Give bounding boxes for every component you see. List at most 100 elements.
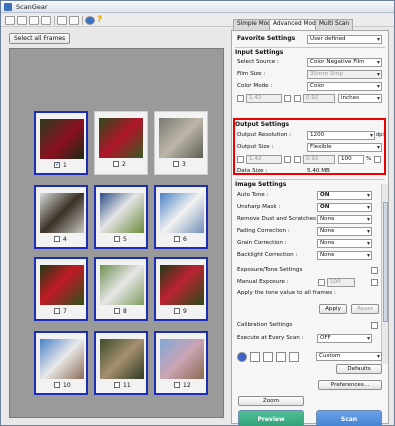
preview-button[interactable]: Preview bbox=[238, 410, 304, 426]
frame-checkbox[interactable] bbox=[54, 308, 60, 314]
frame-thumbnail[interactable] bbox=[40, 193, 84, 233]
output-lock-icon[interactable] bbox=[284, 156, 291, 163]
tab-multi-scan[interactable]: Multi Scan bbox=[315, 19, 354, 30]
preferences-button[interactable]: Preferences... bbox=[318, 380, 382, 390]
execute-every-scan-select[interactable]: OFF bbox=[317, 334, 372, 343]
film-frame[interactable]: 1 bbox=[34, 111, 88, 175]
frame-checkbox[interactable] bbox=[113, 161, 119, 167]
collapse-calibration-icon[interactable] bbox=[371, 322, 378, 329]
image-setting-select[interactable]: ON bbox=[317, 191, 372, 200]
film-frame[interactable]: 5 bbox=[94, 185, 148, 249]
frame-checkbox[interactable] bbox=[54, 236, 60, 242]
manual-exposure-checkbox[interactable] bbox=[318, 279, 325, 286]
film-frame[interactable]: 2 bbox=[94, 111, 148, 175]
frame-checkbox[interactable] bbox=[174, 236, 180, 242]
film-frame[interactable]: 6 bbox=[154, 185, 208, 249]
reset-button[interactable]: Reset bbox=[351, 304, 379, 314]
apply-button[interactable]: Apply bbox=[319, 304, 347, 314]
film-frame[interactable]: 7 bbox=[34, 257, 88, 321]
output-resolution-select[interactable]: 1200 bbox=[307, 131, 375, 140]
frame-checkbox[interactable] bbox=[174, 382, 180, 388]
frame-number: 12 bbox=[183, 382, 191, 389]
input-height-field[interactable]: 0.92 bbox=[303, 94, 335, 103]
exposure-spin-icon[interactable] bbox=[371, 279, 378, 286]
frame-checkbox[interactable] bbox=[114, 236, 120, 242]
film-frame[interactable]: 12 bbox=[154, 331, 208, 395]
frame-thumbnail[interactable] bbox=[40, 339, 84, 379]
color-mode-select[interactable]: Color bbox=[307, 82, 382, 91]
threshold-icon[interactable] bbox=[289, 352, 299, 362]
frame-thumbnail[interactable] bbox=[100, 339, 144, 379]
lock-aspect-icon[interactable] bbox=[284, 95, 291, 102]
manual-exposure-field[interactable]: 100 bbox=[327, 278, 355, 287]
image-setting-label: Unsharp Mask : bbox=[237, 204, 281, 210]
frame-checkbox[interactable] bbox=[114, 382, 120, 388]
output-size-select[interactable]: Flexible bbox=[307, 143, 382, 152]
settings-scrollbar[interactable] bbox=[381, 184, 388, 364]
input-width-field[interactable]: 1.42 bbox=[246, 94, 282, 103]
frame-thumbnail[interactable] bbox=[100, 193, 144, 233]
scale-percent-field[interactable]: 100 bbox=[338, 155, 364, 164]
rotate-right-icon[interactable] bbox=[17, 16, 27, 25]
image-setting-label: Auto Tone : bbox=[237, 192, 269, 198]
frame-thumbnail[interactable] bbox=[40, 119, 84, 159]
image-setting-select[interactable]: None bbox=[317, 251, 372, 260]
output-height-field[interactable]: 0.92 bbox=[303, 155, 335, 164]
frame-checkbox[interactable] bbox=[54, 161, 60, 168]
swap-orientation-icon[interactable] bbox=[374, 156, 381, 163]
frame-thumbnail[interactable] bbox=[160, 265, 204, 305]
frame-thumbnail[interactable] bbox=[160, 339, 204, 379]
output-width-field[interactable]: 1.42 bbox=[246, 155, 282, 164]
image-setting-select[interactable]: None bbox=[317, 239, 372, 248]
output-resolution-label: Output Resolution : bbox=[237, 132, 292, 138]
film-frame[interactable]: 11 bbox=[94, 331, 148, 395]
scangear-window: ScanGear ? Select all Frames 12345678910… bbox=[0, 0, 395, 426]
output-settings-heading[interactable]: Output Settings bbox=[235, 120, 385, 129]
auto-crop-icon[interactable] bbox=[29, 16, 39, 25]
input-settings-heading[interactable]: Input Settings bbox=[235, 47, 385, 56]
whole-image-icon[interactable] bbox=[69, 16, 79, 25]
info-icon[interactable] bbox=[85, 16, 95, 25]
frame-checkbox[interactable] bbox=[174, 308, 180, 314]
help-icon[interactable]: ? bbox=[97, 16, 107, 25]
image-settings-heading[interactable]: Image Settings bbox=[235, 179, 385, 188]
data-size-value: 5.40 MB bbox=[307, 168, 330, 174]
film-frame[interactable]: 9 bbox=[154, 257, 208, 321]
film-size-select[interactable]: 35mm Strip bbox=[307, 70, 382, 79]
film-frame[interactable]: 4 bbox=[34, 185, 88, 249]
frame-thumbnail[interactable] bbox=[40, 265, 84, 305]
collapse-exposure-icon[interactable] bbox=[371, 267, 378, 274]
frame-number: 6 bbox=[183, 236, 187, 243]
thumbnail-view-icon[interactable] bbox=[57, 16, 67, 25]
select-all-frames-button[interactable]: Select all Frames bbox=[9, 33, 71, 44]
final-review-icon[interactable] bbox=[276, 352, 286, 362]
tone-preset-select[interactable]: Custom bbox=[316, 352, 382, 361]
favorite-settings-select[interactable]: User defined bbox=[307, 35, 382, 44]
film-frame[interactable]: 10 bbox=[34, 331, 88, 395]
defaults-button[interactable]: Defaults bbox=[336, 364, 382, 374]
zoom-button[interactable]: Zoom bbox=[238, 396, 304, 406]
image-setting-select[interactable]: None bbox=[317, 215, 372, 224]
select-source-select[interactable]: Color Negative Film bbox=[307, 58, 382, 67]
image-setting-select[interactable]: None bbox=[317, 227, 372, 236]
film-frame[interactable]: 8 bbox=[94, 257, 148, 321]
scan-button[interactable]: Scan bbox=[316, 410, 382, 426]
rotate-left-icon[interactable] bbox=[5, 16, 15, 25]
scrollbar-thumb[interactable] bbox=[383, 202, 388, 322]
frame-thumbnail[interactable] bbox=[160, 193, 204, 233]
brightness-contrast-icon[interactable] bbox=[237, 352, 247, 362]
tone-curve-icon[interactable] bbox=[263, 352, 273, 362]
frame-thumbnail[interactable] bbox=[99, 118, 143, 158]
histogram-icon[interactable] bbox=[250, 352, 260, 362]
frame-checkbox[interactable] bbox=[54, 382, 60, 388]
film-frame[interactable]: 3 bbox=[154, 111, 208, 175]
frame-checkbox[interactable] bbox=[114, 308, 120, 314]
unit-select[interactable]: inches bbox=[338, 94, 382, 103]
toolbar-divider bbox=[82, 16, 83, 25]
remove-crop-icon[interactable] bbox=[41, 16, 51, 25]
frame-checkbox[interactable] bbox=[173, 161, 179, 167]
image-setting-select[interactable]: ON bbox=[317, 203, 372, 212]
frame-thumbnail[interactable] bbox=[159, 118, 203, 158]
frame-number: 9 bbox=[183, 308, 187, 315]
frame-thumbnail[interactable] bbox=[100, 265, 144, 305]
